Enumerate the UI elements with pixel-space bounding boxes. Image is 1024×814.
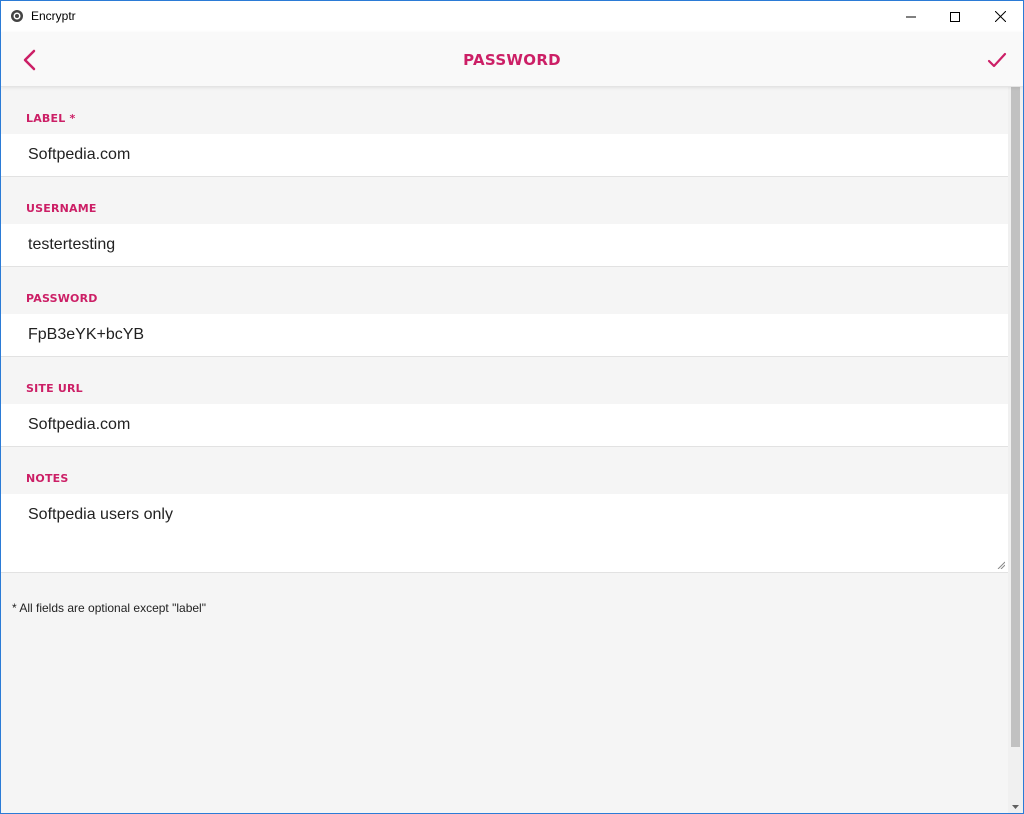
scroll-down-button[interactable]	[1008, 799, 1023, 813]
site-url-field-label: SITE URL	[26, 382, 83, 395]
page-title: PASSWORD	[463, 51, 561, 69]
checkmark-icon	[987, 52, 1007, 68]
window-title: Encryptr	[31, 9, 76, 23]
username-input[interactable]: testertesting	[1, 224, 1008, 267]
label-field-label: LABEL *	[26, 112, 76, 125]
close-button[interactable]	[977, 1, 1023, 32]
app-logo-icon	[11, 10, 23, 22]
save-button[interactable]	[983, 46, 1011, 74]
app-window: Encryptr PASSWORD LABEL * Softpedia.com …	[0, 0, 1024, 814]
minimize-icon	[906, 16, 916, 17]
title-bar: Encryptr	[1, 1, 1023, 32]
scroll-down-icon	[1012, 804, 1019, 809]
username-field-label: USERNAME	[26, 202, 97, 215]
scroll-thumb[interactable]	[1011, 87, 1020, 747]
footnote-text: * All fields are optional except "label"	[12, 601, 206, 615]
password-input[interactable]: FpB3eYK+bcYB	[1, 314, 1008, 357]
notes-text: Softpedia users only	[28, 506, 173, 523]
label-input[interactable]: Softpedia.com	[1, 134, 1008, 177]
site-url-input[interactable]: Softpedia.com	[1, 404, 1008, 447]
notes-field-label: NOTES	[26, 472, 69, 485]
form-content: LABEL * Softpedia.com USERNAME testertes…	[1, 87, 1008, 813]
notes-textarea[interactable]: Softpedia users only	[1, 494, 1008, 573]
close-icon	[994, 11, 1006, 22]
resize-grip-icon[interactable]	[997, 561, 1005, 569]
maximize-icon	[950, 11, 960, 22]
app-header: PASSWORD	[1, 32, 1023, 87]
password-field-label: PASSWORD	[26, 292, 98, 305]
maximize-button[interactable]	[932, 1, 978, 32]
vertical-scrollbar[interactable]	[1008, 87, 1023, 813]
minimize-button[interactable]	[888, 1, 934, 32]
